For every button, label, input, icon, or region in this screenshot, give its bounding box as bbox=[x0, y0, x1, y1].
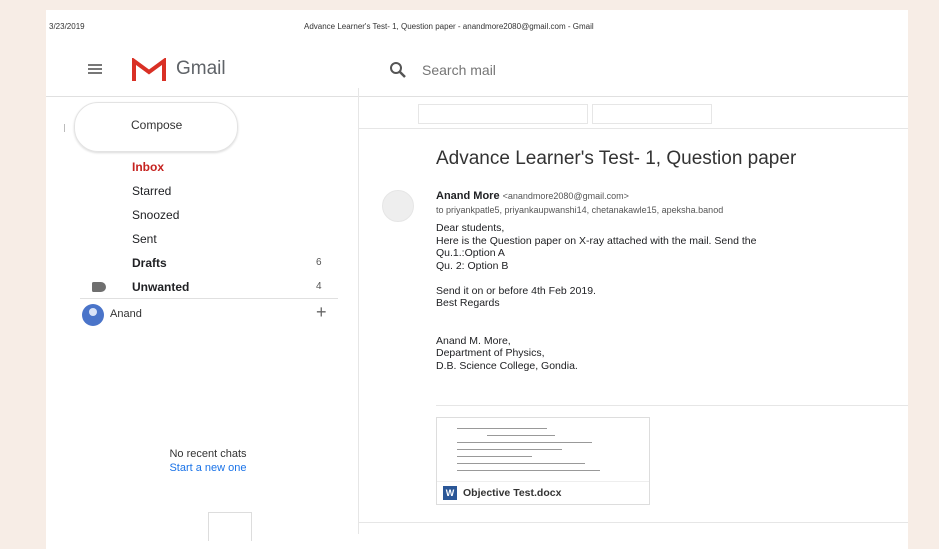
hangouts-user-name: Anand bbox=[110, 308, 142, 320]
body-line: Best Regards bbox=[436, 297, 500, 309]
email-subject: Advance Learner's Test- 1, Question pape… bbox=[436, 148, 797, 169]
attachment-thumbnail bbox=[457, 428, 607, 477]
menu-icon[interactable] bbox=[88, 64, 102, 74]
divider bbox=[358, 88, 359, 534]
body-line: Qu.1.:Option A bbox=[436, 247, 505, 259]
attachment-footer: W Objective Test.docx bbox=[437, 481, 649, 504]
sender-name[interactable]: Anand More bbox=[436, 190, 500, 202]
hangouts-user[interactable]: Anand + bbox=[80, 302, 338, 334]
top-bar: Gmail bbox=[46, 48, 908, 96]
print-date: 3/23/2019 bbox=[49, 22, 85, 31]
body-line: Qu. 2: Option B bbox=[436, 259, 509, 272]
divider bbox=[436, 405, 908, 406]
sender-email: <anandmore2080@gmail.com> bbox=[502, 191, 629, 201]
divider bbox=[359, 128, 908, 129]
toolbar-button[interactable] bbox=[592, 104, 712, 124]
divider bbox=[64, 124, 65, 132]
sidebar-item-sent[interactable]: Sent bbox=[46, 228, 346, 252]
sidebar-item-label: Sent bbox=[132, 232, 157, 246]
sidebar-nav: Inbox Starred Snoozed Sent Drafts 6 Unwa… bbox=[46, 156, 346, 300]
gmail-logo-icon[interactable] bbox=[132, 57, 166, 82]
body-line: Department of Physics, bbox=[436, 347, 545, 359]
email-from: Anand More <anandmore2080@gmail.com> bbox=[436, 190, 629, 202]
divider bbox=[359, 522, 908, 523]
print-title: Advance Learner's Test- 1, Question pape… bbox=[304, 22, 594, 31]
drafts-count: 6 bbox=[316, 257, 322, 268]
email-recipients[interactable]: to priyankpatle5, priyankaupwanshi14, ch… bbox=[436, 205, 908, 215]
email-body: Dear students, Here is the Question pape… bbox=[436, 222, 908, 372]
start-new-chat-link[interactable]: Start a new one bbox=[148, 462, 268, 474]
sidebar-item-label: Snoozed bbox=[132, 208, 180, 222]
sender-avatar bbox=[382, 190, 414, 222]
body-line: Anand M. More, bbox=[436, 334, 511, 347]
body-line bbox=[436, 322, 908, 335]
avatar bbox=[82, 304, 104, 326]
label-icon bbox=[92, 282, 106, 292]
attachment-card[interactable]: W Objective Test.docx bbox=[436, 417, 650, 505]
body-line: Send it on or before 4th Feb 2019. bbox=[436, 284, 596, 297]
sidebar-item-label: Unwanted bbox=[132, 280, 190, 294]
body-line: D.B. Science College, Gondia. bbox=[436, 359, 578, 372]
body-line bbox=[436, 310, 908, 323]
sidebar-item-starred[interactable]: Starred bbox=[46, 180, 346, 204]
add-chat-icon[interactable]: + bbox=[316, 302, 327, 323]
toolbar-button[interactable] bbox=[418, 104, 588, 124]
no-chats-text: No recent chats bbox=[169, 448, 247, 460]
page: 3/23/2019 Advance Learner's Test- 1, Que… bbox=[46, 10, 908, 549]
body-line bbox=[436, 272, 908, 285]
header-divider bbox=[46, 96, 908, 97]
divider bbox=[80, 298, 338, 299]
body-line: Here is the Question paper on X-ray atta… bbox=[436, 234, 757, 247]
print-header: 3/23/2019 Advance Learner's Test- 1, Que… bbox=[46, 22, 908, 36]
unwanted-count: 4 bbox=[316, 281, 322, 292]
sidebar-item-snoozed[interactable]: Snoozed bbox=[46, 204, 346, 228]
compose-button[interactable]: Compose bbox=[74, 102, 238, 152]
sidebar-item-drafts[interactable]: Drafts 6 bbox=[46, 252, 346, 276]
attachment-name: Objective Test.docx bbox=[463, 487, 562, 499]
sidebar-item-label: Inbox bbox=[132, 160, 164, 174]
search-input[interactable] bbox=[422, 62, 722, 78]
word-doc-icon: W bbox=[443, 486, 457, 500]
compose-label: Compose bbox=[131, 118, 183, 132]
sidebar-item-label: Starred bbox=[132, 184, 172, 198]
chat-tab[interactable] bbox=[208, 512, 252, 541]
search-icon[interactable] bbox=[389, 61, 407, 79]
sidebar-item-inbox[interactable]: Inbox bbox=[46, 156, 346, 180]
sidebar-item-unwanted[interactable]: Unwanted 4 bbox=[46, 276, 346, 300]
body-line: Dear students, bbox=[436, 222, 505, 234]
sidebar-item-label: Drafts bbox=[132, 256, 167, 270]
gmail-brand: Gmail bbox=[176, 58, 226, 79]
